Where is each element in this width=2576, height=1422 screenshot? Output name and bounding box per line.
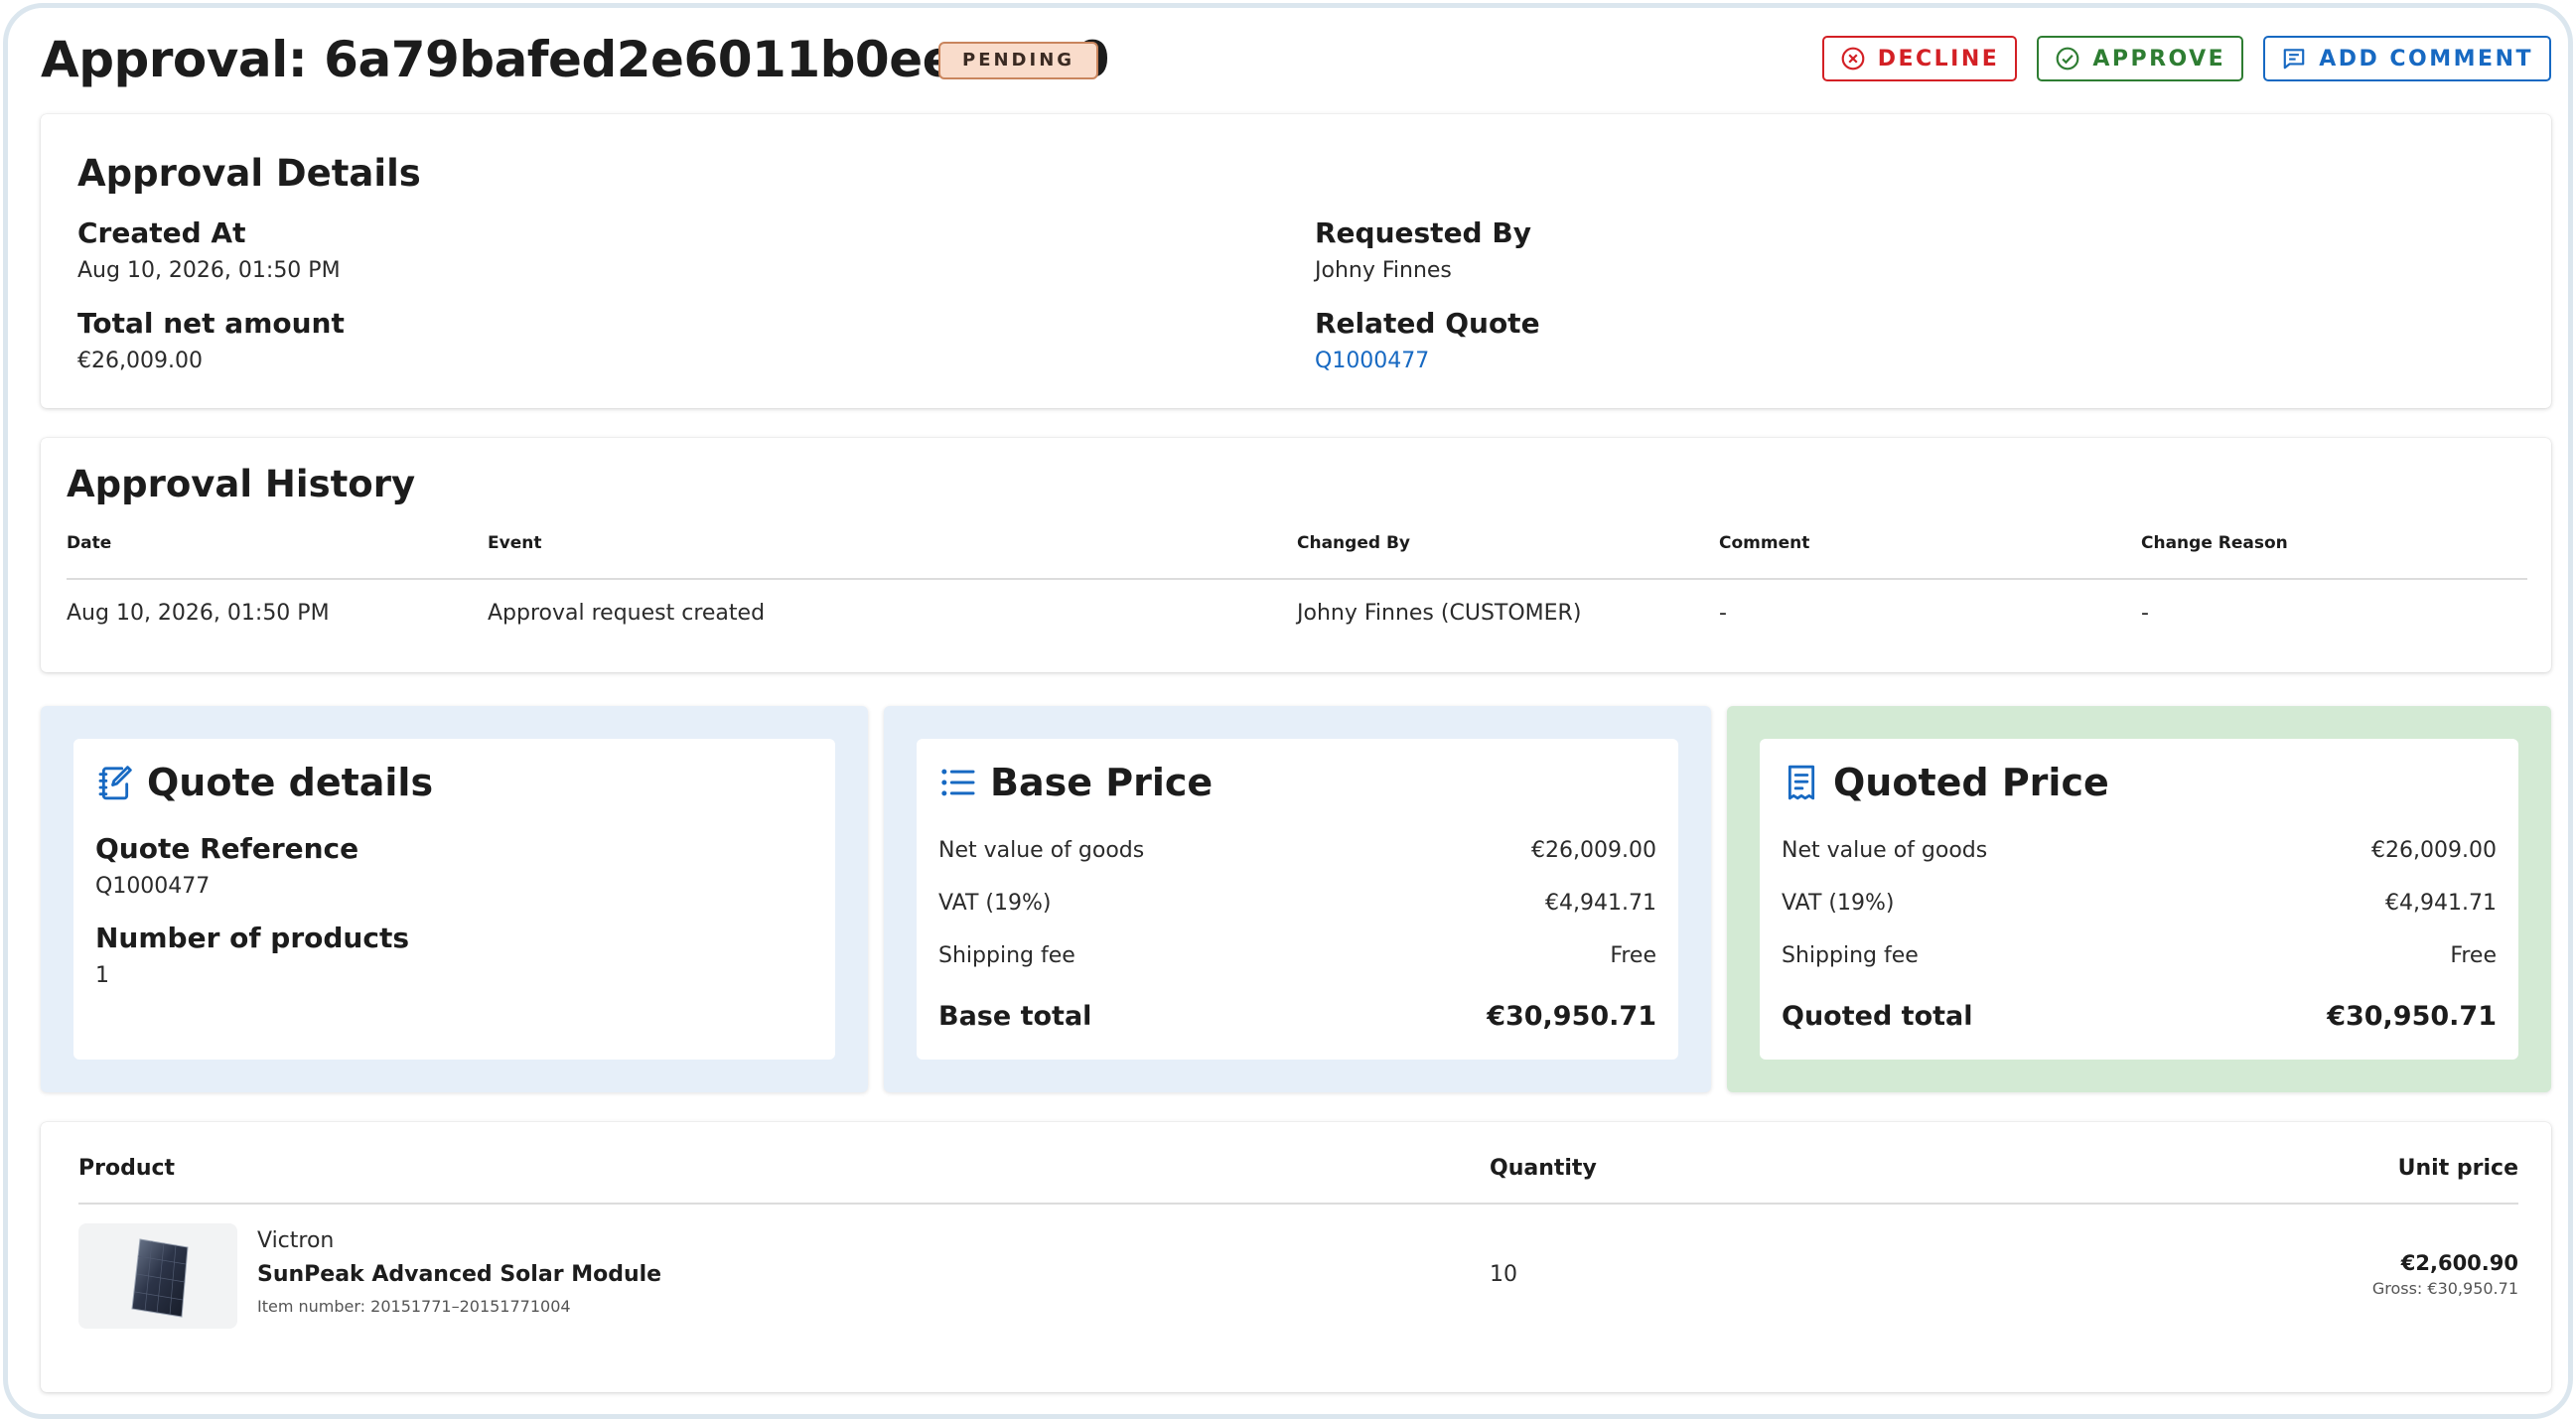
approval-history-card: Approval History Date Event Changed By C…	[41, 438, 2551, 672]
app-window: Approval: 6a79bafed2e6011b0eeccca0 PENDI…	[3, 3, 2573, 1419]
base-price-inner: Base Price Net value of goods €26,009.00…	[917, 739, 1678, 1060]
base-shipping-amount: Free	[1610, 943, 1656, 968]
quoted-total-label: Quoted total	[1782, 1001, 1973, 1032]
quoted-net-value-label: Net value of goods	[1782, 838, 1988, 863]
base-vat-row: VAT (19%) €4,941.71	[938, 889, 1656, 919]
quoted-net-value-amount: €26,009.00	[2371, 838, 2497, 863]
history-cell-comment: -	[1719, 601, 1727, 626]
number-of-products-value: 1	[95, 963, 109, 988]
number-of-products-label: Number of products	[95, 922, 410, 954]
receipt-icon	[1788, 765, 1815, 800]
edit-notebook-icon	[98, 766, 132, 800]
history-header-comment: Comment	[1719, 533, 1810, 553]
quoted-price-inner: Quoted Price Net value of goods €26,009.…	[1760, 739, 2518, 1060]
close-circle-icon	[1841, 47, 1865, 71]
history-cell-change-reason: -	[2141, 601, 2149, 626]
history-header-change-reason: Change Reason	[2141, 533, 2288, 553]
quoted-price-title-text: Quoted Price	[1833, 761, 2109, 804]
approve-button[interactable]: APPROVE	[2037, 36, 2244, 81]
approve-label: APPROVE	[2092, 46, 2226, 71]
base-net-value-amount: €26,009.00	[1531, 838, 1656, 863]
product-item-number: Item number: 20151771–20151771004	[257, 1297, 571, 1316]
base-vat-label: VAT (19%)	[938, 891, 1052, 916]
product-gross-price: Gross: €30,950.71	[2371, 1279, 2518, 1298]
quoted-vat-row: VAT (19%) €4,941.71	[1782, 889, 2497, 919]
quoted-shipping-label: Shipping fee	[1782, 943, 1919, 968]
products-header-unit-price: Unit price	[2397, 1156, 2518, 1181]
comment-icon	[2283, 49, 2305, 70]
solar-panel-icon	[131, 1238, 189, 1318]
base-shipping-label: Shipping fee	[938, 943, 1075, 968]
requested-by-value: Johny Finnes	[1315, 258, 1452, 283]
page-header: Approval: 6a79bafed2e6011b0eeccca0 PENDI…	[41, 30, 2551, 89]
decline-button[interactable]: DECLINE	[1821, 36, 2018, 81]
quoted-total-amount: €30,950.71	[2327, 1001, 2497, 1032]
base-price-panel: Base Price Net value of goods €26,009.00…	[884, 706, 1711, 1092]
product-name[interactable]: SunPeak Advanced Solar Module	[257, 1261, 661, 1289]
list-icon	[941, 769, 975, 796]
quoted-shipping-row: Shipping fee Free	[1782, 941, 2497, 971]
history-cell-changed-by: Johny Finnes (CUSTOMER)	[1297, 601, 1582, 626]
total-net-amount-label: Total net amount	[77, 307, 345, 340]
quote-details-panel: Quote details Quote Reference Q1000477 N…	[41, 706, 868, 1092]
related-quote-label: Related Quote	[1315, 307, 1540, 340]
quote-details-title: Quote details	[95, 759, 433, 806]
history-header-divider	[67, 578, 2527, 580]
related-quote-link[interactable]: Q1000477	[1315, 348, 1429, 375]
base-vat-amount: €4,941.71	[1545, 891, 1656, 916]
approval-details-card: Approval Details Created At Aug 10, 2026…	[41, 114, 2551, 408]
quote-details-title-text: Quote details	[147, 761, 434, 804]
status-badge: PENDING	[938, 42, 1099, 79]
history-cell-date: Aug 10, 2026, 01:50 PM	[67, 601, 330, 626]
quoted-price-panel: Quoted Price Net value of goods €26,009.…	[1727, 706, 2551, 1092]
quoted-price-title: Quoted Price	[1782, 759, 2109, 806]
base-total-row: Base total €30,950.71	[938, 999, 1656, 1035]
total-net-amount-value: €26,009.00	[77, 349, 203, 373]
quote-reference-value: Q1000477	[95, 874, 211, 899]
quoted-shipping-amount: Free	[2450, 943, 2497, 968]
base-net-value-row: Net value of goods €26,009.00	[938, 836, 1656, 866]
product-unit-price: €2,600.90	[2400, 1251, 2518, 1275]
quoted-vat-label: VAT (19%)	[1782, 891, 1895, 916]
quoted-total-row: Quoted total €30,950.71	[1782, 999, 2497, 1035]
base-price-title-text: Base Price	[990, 761, 1214, 804]
quote-reference-label: Quote Reference	[95, 832, 359, 865]
products-header-quantity: Quantity	[1490, 1156, 1597, 1181]
quoted-vat-amount: €4,941.71	[2385, 891, 2497, 916]
products-header-divider	[78, 1203, 2518, 1205]
base-total-label: Base total	[938, 1001, 1092, 1032]
history-header-changed-by: Changed By	[1297, 533, 1410, 553]
products-header-product: Product	[78, 1156, 176, 1181]
history-cell-event: Approval request created	[488, 601, 766, 626]
approval-details-title: Approval Details	[77, 152, 421, 195]
base-shipping-row: Shipping fee Free	[938, 941, 1656, 971]
base-price-title: Base Price	[938, 759, 1213, 806]
base-net-value-label: Net value of goods	[938, 838, 1145, 863]
created-at-value: Aug 10, 2026, 01:50 PM	[77, 258, 341, 283]
history-header-event: Event	[488, 533, 542, 553]
add-comment-label: ADD COMMENT	[2319, 46, 2533, 71]
requested-by-label: Requested By	[1315, 216, 1531, 249]
quote-details-inner: Quote details Quote Reference Q1000477 N…	[73, 739, 835, 1060]
product-quantity: 10	[1490, 1262, 1517, 1287]
approval-history-title: Approval History	[67, 463, 416, 505]
product-brand: Victron	[257, 1228, 335, 1253]
quoted-net-value-row: Net value of goods €26,009.00	[1782, 836, 2497, 866]
created-at-label: Created At	[77, 216, 246, 249]
decline-label: DECLINE	[1877, 46, 2000, 71]
history-header-date: Date	[67, 533, 112, 553]
add-comment-button[interactable]: ADD COMMENT	[2263, 36, 2551, 81]
check-circle-icon	[2056, 47, 2079, 71]
product-image	[78, 1223, 237, 1329]
base-total-amount: €30,950.71	[1487, 1001, 1656, 1032]
products-table: Product Quantity Unit price Victron SunP…	[41, 1122, 2551, 1392]
action-bar: DECLINE APPROVE ADD COMMENT	[1821, 36, 2551, 81]
